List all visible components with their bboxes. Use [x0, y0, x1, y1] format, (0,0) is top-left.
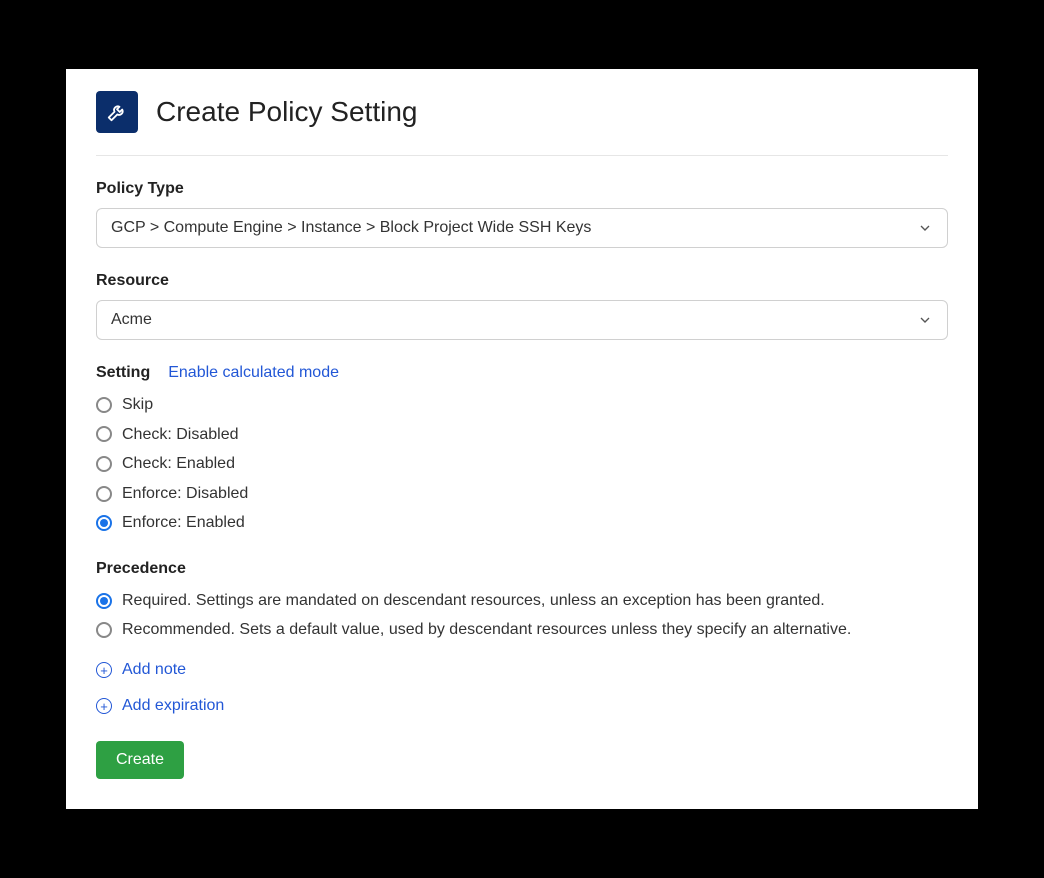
- wrench-icon: [96, 91, 138, 133]
- radio-button[interactable]: [96, 397, 112, 413]
- precedence-label: Precedence: [96, 560, 948, 578]
- radio-button[interactable]: [96, 593, 112, 609]
- setting-option[interactable]: Check: Disabled: [96, 422, 948, 448]
- enable-calculated-mode-link[interactable]: Enable calculated mode: [168, 364, 339, 382]
- resource-label: Resource: [96, 272, 948, 290]
- policy-type-section: Policy Type GCP > Compute Engine > Insta…: [96, 180, 948, 248]
- radio-button[interactable]: [96, 456, 112, 472]
- radio-button[interactable]: [96, 486, 112, 502]
- resource-value: Acme: [111, 311, 152, 329]
- radio-button[interactable]: [96, 426, 112, 442]
- radio-button[interactable]: [96, 622, 112, 638]
- setting-radio-list: Skip Check: Disabled Check: Enabled Enforce…: [96, 392, 948, 536]
- precedence-section: Precedence Required. Settings are mandat…: [96, 560, 948, 643]
- setting-option-label: Skip: [122, 392, 153, 418]
- plus-circle-icon: +: [96, 662, 112, 678]
- precedence-option-label: Required. Settings are mandated on desce…: [122, 588, 825, 614]
- chevron-down-icon: [917, 220, 933, 236]
- setting-option[interactable]: Check: Enabled: [96, 451, 948, 477]
- policy-type-value: GCP > Compute Engine > Instance > Block …: [111, 219, 591, 237]
- chevron-down-icon: [917, 312, 933, 328]
- setting-label: Setting: [96, 364, 150, 382]
- page-title: Create Policy Setting: [156, 96, 417, 128]
- precedence-option[interactable]: Recommended. Sets a default value, used …: [96, 617, 948, 643]
- setting-option-label: Enforce: Enabled: [122, 510, 245, 536]
- setting-option-label: Enforce: Disabled: [122, 481, 248, 507]
- policy-type-label: Policy Type: [96, 180, 948, 198]
- setting-option[interactable]: Enforce: Disabled: [96, 481, 948, 507]
- resource-section: Resource Acme: [96, 272, 948, 340]
- plus-circle-icon: +: [96, 698, 112, 714]
- panel-header: Create Policy Setting: [96, 91, 948, 156]
- setting-option-label: Check: Disabled: [122, 422, 239, 448]
- resource-select[interactable]: Acme: [96, 300, 948, 340]
- create-button[interactable]: Create: [96, 741, 184, 779]
- setting-section: Setting Enable calculated mode Skip Check…: [96, 364, 948, 536]
- radio-button[interactable]: [96, 515, 112, 531]
- add-expiration-label: Add expiration: [122, 697, 224, 715]
- precedence-option-label: Recommended. Sets a default value, used …: [122, 617, 851, 643]
- setting-option[interactable]: Skip: [96, 392, 948, 418]
- precedence-radio-list: Required. Settings are mandated on desce…: [96, 588, 948, 643]
- setting-option-label: Check: Enabled: [122, 451, 235, 477]
- precedence-option[interactable]: Required. Settings are mandated on desce…: [96, 588, 948, 614]
- create-policy-panel: Create Policy Setting Policy Type GCP > …: [66, 69, 978, 809]
- add-note-link[interactable]: + Add note: [96, 661, 948, 679]
- setting-option[interactable]: Enforce: Enabled: [96, 510, 948, 536]
- policy-type-select[interactable]: GCP > Compute Engine > Instance > Block …: [96, 208, 948, 248]
- add-expiration-link[interactable]: + Add expiration: [96, 697, 948, 715]
- add-note-label: Add note: [122, 661, 186, 679]
